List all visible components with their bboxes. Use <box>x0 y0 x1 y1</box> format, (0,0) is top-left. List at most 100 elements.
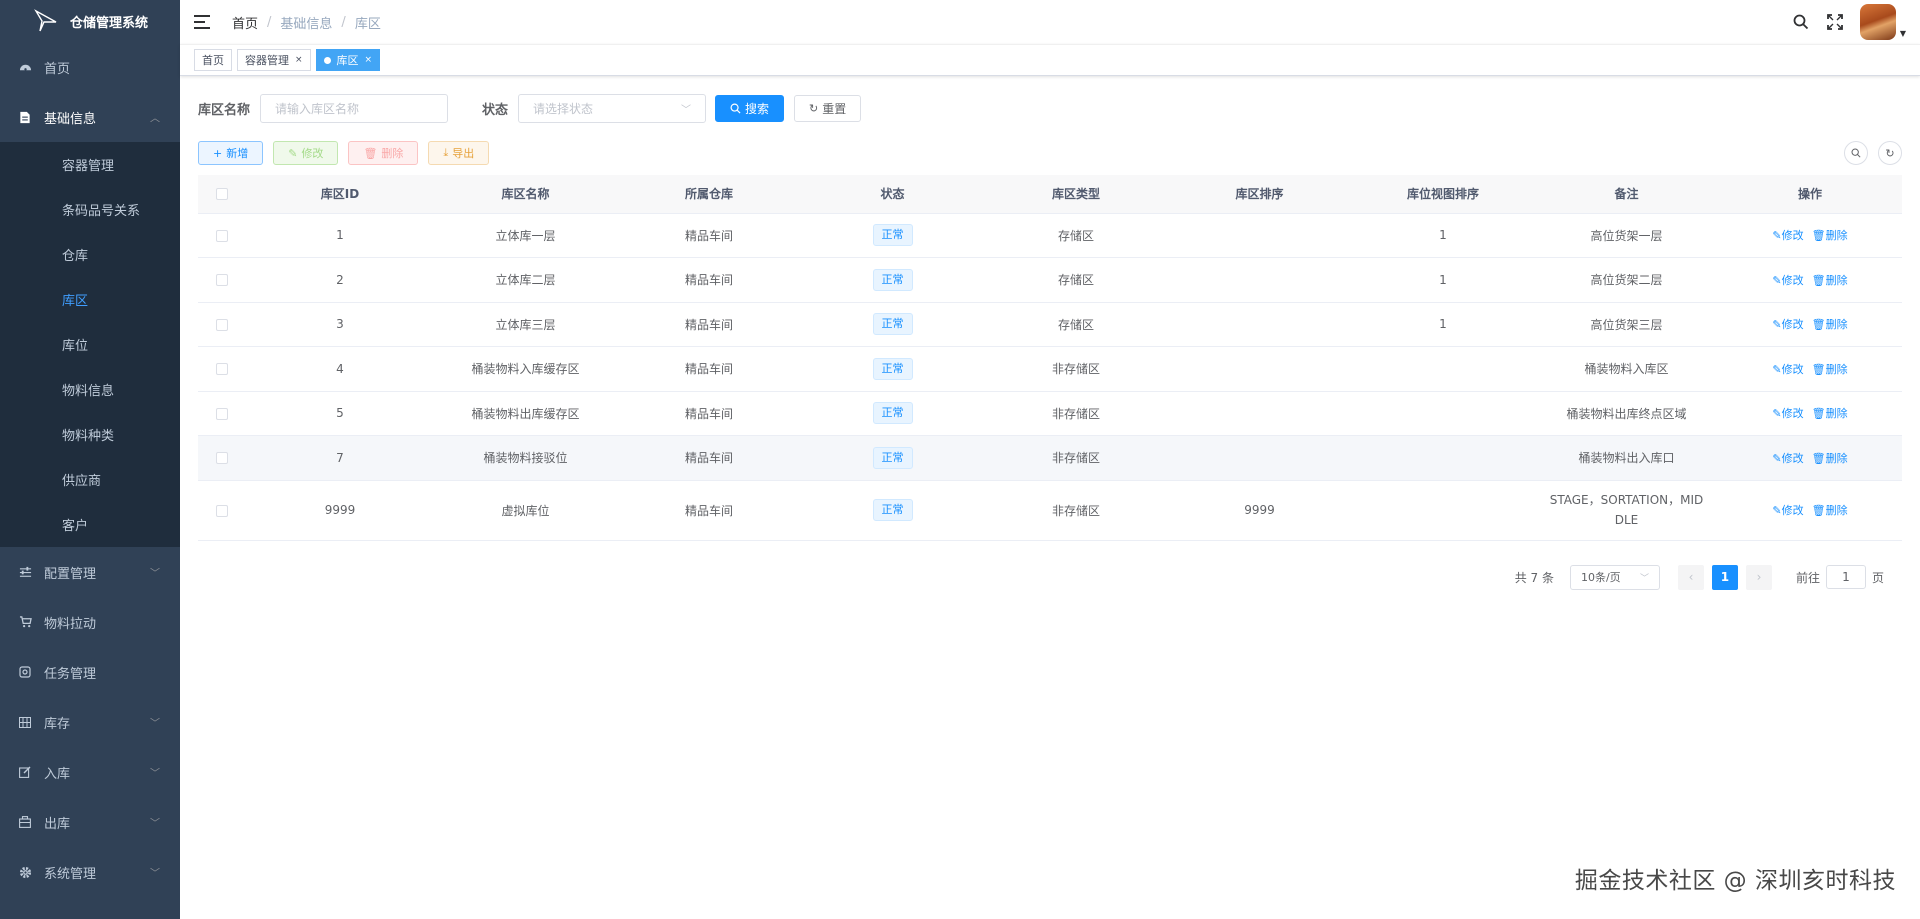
row-edit-label: 修改 <box>1781 407 1804 421</box>
sidebar-item-label: 出库 <box>44 816 71 832</box>
row-checkbox[interactable] <box>216 452 228 465</box>
sidebar-sub-location[interactable]: 库位 <box>0 322 180 367</box>
page-size-select[interactable]: 10条/页 ﹀ <box>1569 564 1660 590</box>
column-header: 备注 <box>1535 175 1718 214</box>
row-edit-link[interactable]: ✎修改 <box>1772 363 1803 376</box>
sidebar-item-label: 物料拉动 <box>44 616 97 632</box>
sidebar-sub-warehouse[interactable]: 仓库 <box>0 232 180 277</box>
cell-type: 存储区 <box>984 213 1168 258</box>
table-row[interactable]: 1 立体库一层 精品车间 正常 存储区 1 高位货架一层 ✎修改 🗑删除 <box>198 213 1902 258</box>
row-delete-link[interactable]: 🗑删除 <box>1812 504 1848 517</box>
navbar: 首页 / 基础信息 / 库区 ▼ <box>180 0 1920 44</box>
avatar[interactable] <box>1859 4 1896 40</box>
breadcrumb-home[interactable]: 首页 <box>232 13 258 32</box>
row-checkbox-cell <box>198 391 246 436</box>
sidebar-sub-container[interactable]: 容器管理 <box>0 142 180 187</box>
row-delete-link[interactable]: 🗑删除 <box>1812 452 1848 465</box>
row-delete-link[interactable]: 🗑删除 <box>1812 407 1848 420</box>
sidebar-item-inbound[interactable]: 入库 ﹀ <box>0 747 180 797</box>
reset-button[interactable]: ↻ 重置 <box>794 94 862 122</box>
logo[interactable]: 仓储管理系统 <box>0 0 180 42</box>
cell-actions: ✎修改 🗑删除 <box>1718 302 1902 347</box>
trash-icon: 🗑 <box>1811 362 1826 376</box>
row-checkbox[interactable] <box>216 229 228 242</box>
cell-status: 正常 <box>801 302 984 347</box>
sidebar-item-system[interactable]: 系统管理 ﹀ <box>0 847 180 897</box>
chevron-down-icon: ﹀ <box>681 104 692 116</box>
active-dot-icon <box>323 56 331 64</box>
sidebar-sub-zone[interactable]: 库区 <box>0 277 180 322</box>
chevron-down-icon: ﹀ <box>150 868 160 880</box>
cell-id: 4 <box>246 346 434 392</box>
row-delete-link[interactable]: 🗑删除 <box>1812 274 1848 287</box>
row-checkbox[interactable] <box>216 363 228 376</box>
sidebar-item-material-pull[interactable]: 物料拉动 <box>0 597 180 647</box>
select-all-checkbox[interactable] <box>216 188 228 201</box>
toggle-search-icon[interactable] <box>1844 141 1868 165</box>
edit-button[interactable]: ✎ 修改 <box>273 141 339 165</box>
edit-icon: ✎ <box>288 146 298 160</box>
sidebar-sub-material[interactable]: 物料信息 <box>0 367 180 412</box>
sidebar-item-outbound[interactable]: 出库 ﹀ <box>0 797 180 847</box>
sidebar-sub-supplier[interactable]: 供应商 <box>0 457 180 502</box>
row-edit-label: 修改 <box>1781 451 1804 465</box>
fullscreen-icon[interactable] <box>1826 13 1844 31</box>
tag-zone[interactable]: 库区 × <box>315 49 381 71</box>
row-delete-link[interactable]: 🗑删除 <box>1812 318 1848 331</box>
page-number-button[interactable]: 1 <box>1711 564 1738 590</box>
cell-warehouse: 精品车间 <box>617 257 801 303</box>
table-row[interactable]: 3 立体库三层 精品车间 正常 存储区 1 高位货架三层 ✎修改 🗑删除 <box>198 302 1902 347</box>
add-button[interactable]: + 新增 <box>198 141 264 165</box>
sidebar-sub-material-type[interactable]: 物料种类 <box>0 412 180 457</box>
sidebar-sub-customer[interactable]: 客户 <box>0 502 180 547</box>
table-row[interactable]: 7 桶装物料接驳位 精品车间 正常 非存储区 桶装物料出入库口 ✎修改 🗑删除 <box>198 435 1902 481</box>
sidebar-sub-barcode[interactable]: 条码品号关系 <box>0 187 180 232</box>
row-checkbox[interactable] <box>216 318 228 331</box>
next-page-button[interactable]: › <box>1745 564 1772 590</box>
row-edit-link[interactable]: ✎修改 <box>1772 318 1803 331</box>
export-button[interactable]: ⤓ 导出 <box>428 141 490 165</box>
delete-button[interactable]: 🗑 删除 <box>348 141 419 165</box>
row-delete-link[interactable]: 🗑删除 <box>1812 229 1848 242</box>
row-edit-link[interactable]: ✎修改 <box>1772 452 1803 465</box>
goto-label: 前往 <box>1795 570 1820 585</box>
row-edit-link[interactable]: ✎修改 <box>1772 274 1803 287</box>
refresh-icon[interactable]: ↻ <box>1878 141 1902 165</box>
row-edit-link[interactable]: ✎修改 <box>1772 504 1803 517</box>
prev-page-button[interactable]: ‹ <box>1677 564 1704 590</box>
row-checkbox[interactable] <box>216 407 228 420</box>
close-icon[interactable]: × <box>365 55 373 65</box>
close-icon[interactable]: × <box>295 55 303 65</box>
cell-view-sort: 1 <box>1351 302 1535 347</box>
tags-view: 首页 容器管理 × 库区 × <box>180 44 1920 76</box>
tag-container[interactable]: 容器管理 × <box>237 49 311 71</box>
table-row[interactable]: 9999 虚拟库位 精品车间 正常 非存储区 9999 STAGE，SORTAT… <box>198 480 1902 541</box>
cell-name: 桶装物料入库缓存区 <box>434 346 617 392</box>
plus-icon: + <box>213 146 223 160</box>
sidebar-item-config[interactable]: 配置管理 ﹀ <box>0 547 180 597</box>
gear-icon <box>18 865 32 879</box>
row-edit-link[interactable]: ✎修改 <box>1772 229 1803 242</box>
table-row[interactable]: 2 立体库二层 精品车间 正常 存储区 1 高位货架二层 ✎修改 🗑删除 <box>198 257 1902 303</box>
zone-name-input[interactable]: 请输入库区名称 <box>260 93 449 123</box>
row-checkbox[interactable] <box>216 274 228 287</box>
sidebar-item-task[interactable]: 任务管理 <box>0 647 180 697</box>
row-delete-link[interactable]: 🗑删除 <box>1812 363 1848 376</box>
table-row[interactable]: 5 桶装物料出库缓存区 精品车间 正常 非存储区 桶装物料出库终点区域 ✎修改 🗑… <box>198 391 1902 436</box>
goto-page-input[interactable] <box>1825 565 1866 589</box>
cell-warehouse: 精品车间 <box>617 391 801 436</box>
sidebar-item-inventory[interactable]: 库存 ﹀ <box>0 697 180 747</box>
sidebar-item-home[interactable]: 首页 <box>0 42 180 92</box>
status-select[interactable]: 请选择状态 ﹀ <box>518 93 707 123</box>
search-icon[interactable] <box>1792 13 1810 31</box>
sidebar-item-basic-info[interactable]: 基础信息 ︿ <box>0 92 180 142</box>
table-row[interactable]: 4 桶装物料入库缓存区 精品车间 正常 非存储区 桶装物料入库区 ✎修改 🗑删除 <box>198 346 1902 392</box>
caret-down-icon[interactable]: ▼ <box>1900 29 1906 38</box>
row-checkbox[interactable] <box>216 504 228 517</box>
hamburger-icon[interactable] <box>194 15 210 29</box>
search-button[interactable]: 搜索 <box>715 94 785 122</box>
tag-home[interactable]: 首页 <box>194 49 232 71</box>
row-edit-link[interactable]: ✎修改 <box>1772 407 1803 420</box>
edit-icon <box>18 765 32 779</box>
row-delete-label: 删除 <box>1825 229 1848 243</box>
